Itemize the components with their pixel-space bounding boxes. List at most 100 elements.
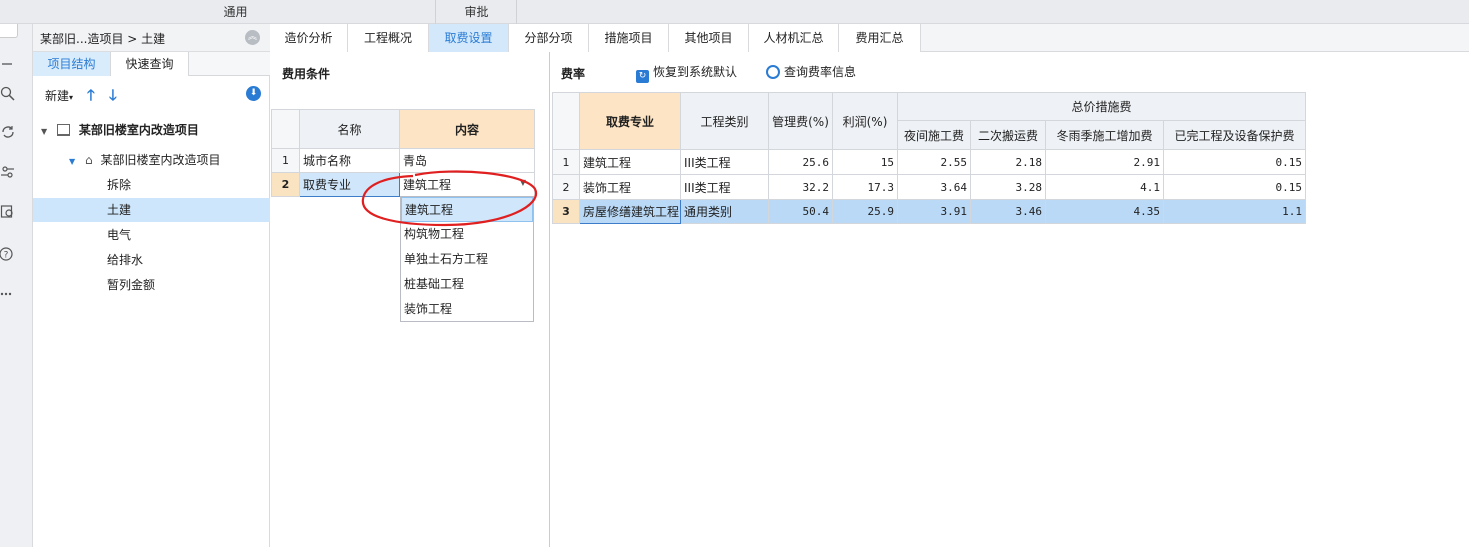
settings-icon[interactable]: [0, 164, 16, 180]
tab-divisional-items[interactable]: 分部分项: [509, 24, 589, 52]
tree-item-label: 土建: [107, 203, 132, 217]
building-icon: [56, 124, 70, 136]
app-card: [0, 24, 18, 38]
tree-item-civil[interactable]: 土建: [33, 198, 270, 222]
table-header-row: 名称 内容: [271, 109, 535, 149]
tree-item-provisional[interactable]: 暂列金额: [33, 273, 270, 297]
tree-item-label: 暂列金额: [107, 278, 156, 292]
winter-cell[interactable]: 4.35: [1045, 199, 1164, 224]
table-row-selected[interactable]: 3 房屋修缮建筑工程 通用类别 50.4 25.9 3.91 3.46 4.35…: [552, 199, 1307, 224]
category-cell[interactable]: 通用类别: [680, 199, 769, 224]
move-up-icon[interactable]: 🡑: [87, 85, 95, 110]
tab-cost-analysis[interactable]: 造价分析: [270, 24, 348, 52]
specialty-cell[interactable]: 装饰工程: [579, 174, 681, 200]
table-row[interactable]: 2 装饰工程 III类工程 32.2 17.3 3.64 3.28 4.1 0.…: [552, 174, 1307, 200]
query-rate-label: 查询费率信息: [784, 65, 857, 79]
minus-icon[interactable]: [0, 56, 16, 72]
restore-default-label: 恢复到系统默认: [653, 65, 738, 79]
column-header-category: 工程类别: [680, 92, 769, 150]
tree-item-label: 电气: [107, 228, 132, 242]
corner-cell: [271, 109, 300, 149]
night-cell[interactable]: 3.91: [897, 199, 971, 224]
tab-project-overview[interactable]: 工程概况: [348, 24, 429, 52]
specialty-cell[interactable]: 房屋修缮建筑工程: [579, 199, 681, 224]
move-down-icon[interactable]: 🡓: [109, 85, 117, 110]
tree-item-label: 给排水: [107, 253, 144, 267]
main-tab-bar: 造价分析 工程概况 取费设置 分部分项 措施项目 其他项目 人材机汇总 费用汇总: [270, 24, 1469, 52]
dropdown-option[interactable]: 桩基础工程: [401, 272, 533, 297]
dropdown-option[interactable]: 装饰工程: [401, 297, 533, 322]
specialty-cell[interactable]: 建筑工程: [579, 149, 681, 175]
tab-fee-settings[interactable]: 取费设置: [429, 24, 509, 52]
caret-down-icon: ▼: [69, 157, 76, 166]
tree-item-plumbing[interactable]: 给排水: [33, 248, 270, 272]
profit-cell[interactable]: 15: [832, 149, 898, 175]
management-cell[interactable]: 32.2: [768, 174, 833, 200]
restore-icon: ↻: [636, 70, 649, 83]
secondary-cell[interactable]: 2.18: [970, 149, 1046, 175]
search-icon[interactable]: [0, 86, 16, 102]
breadcrumb-text: 某部旧...造项目 > 土建: [40, 32, 166, 46]
download-icon[interactable]: ⬇: [246, 86, 261, 101]
tree-item-demolition[interactable]: 拆除: [33, 173, 270, 197]
profit-cell[interactable]: 25.9: [832, 199, 898, 224]
tree-root-label: 某部旧楼室内改造项目: [78, 123, 199, 137]
management-cell[interactable]: 50.4: [768, 199, 833, 224]
column-header-protection: 已完工程及设备保护费: [1162, 120, 1307, 150]
secondary-cell[interactable]: 3.28: [970, 174, 1046, 200]
protection-cell[interactable]: 0.15: [1162, 174, 1307, 200]
query-icon: [766, 65, 780, 79]
tab-project-structure[interactable]: 项目结构: [33, 52, 111, 76]
query-rate-button[interactable]: 查询费率信息: [766, 63, 856, 80]
row-number: 1: [271, 148, 300, 173]
tree-item-label: 拆除: [107, 178, 132, 192]
collapse-up-icon[interactable]: ︽: [245, 30, 260, 45]
tree-project-node[interactable]: ▼ ⌂ 某部旧楼室内改造项目: [69, 148, 270, 172]
row-number: 1: [552, 149, 580, 175]
column-header-winter: 冬雨季施工增加费: [1045, 120, 1164, 150]
restore-default-button[interactable]: ↻ 恢复到系统默认: [636, 63, 737, 83]
column-header-secondary: 二次搬运费: [970, 120, 1046, 150]
new-button-label: 新建: [45, 89, 70, 103]
project-tree-panel: 某部旧...造项目 > 土建 ︽ 项目结构 快速查询 新建▾ 🡑 🡓 ⬇ ▼ 某…: [33, 24, 270, 547]
tree-root-node[interactable]: ▼ 某部旧楼室内改造项目: [41, 118, 270, 142]
winter-cell[interactable]: 4.1: [1045, 174, 1164, 200]
tab-other-items[interactable]: 其他项目: [669, 24, 749, 52]
refresh-icon[interactable]: [0, 124, 16, 140]
column-header-management: 管理费(%): [768, 92, 833, 150]
box-search-icon[interactable]: [0, 204, 16, 220]
column-header-profit: 利润(%): [832, 92, 898, 150]
tab-cost-summary[interactable]: 费用汇总: [839, 24, 921, 52]
profit-cell[interactable]: 17.3: [832, 174, 898, 200]
help-icon[interactable]: ?: [0, 246, 16, 262]
tree-tab-bar: 项目结构 快速查询: [33, 52, 270, 76]
corner-cell: [552, 92, 580, 150]
more-icon[interactable]: [0, 286, 16, 302]
tree-item-electrical[interactable]: 电气: [33, 223, 270, 247]
row-number: 2: [552, 174, 580, 200]
category-cell[interactable]: III类工程: [680, 149, 769, 175]
column-header-specialty: 取费专业: [579, 92, 681, 150]
table-header-row: 取费专业 工程类别 管理费(%) 利润(%) 总价措施费: [552, 92, 1307, 150]
left-icon-bar: ?: [0, 24, 33, 547]
protection-cell[interactable]: 0.15: [1162, 149, 1307, 175]
category-cell[interactable]: III类工程: [680, 174, 769, 200]
tab-measure-items[interactable]: 措施项目: [589, 24, 669, 52]
new-button[interactable]: 新建▾: [45, 87, 73, 104]
night-cell[interactable]: 2.55: [897, 149, 971, 175]
secondary-cell[interactable]: 3.46: [970, 199, 1046, 224]
table-row[interactable]: 1 建筑工程 III类工程 25.6 15 2.55 2.18 2.91 0.1…: [552, 149, 1307, 175]
column-header-name: 名称: [299, 109, 400, 149]
top-band-approval-label[interactable]: 审批: [437, 0, 517, 24]
night-cell[interactable]: 3.64: [897, 174, 971, 200]
management-cell[interactable]: 25.6: [768, 149, 833, 175]
column-header-night: 夜间施工费: [897, 120, 971, 150]
top-band-general-label: 通用: [36, 0, 436, 24]
row-number: 3: [552, 199, 580, 224]
svg-text:?: ?: [4, 251, 9, 261]
protection-cell[interactable]: 1.1: [1162, 199, 1307, 224]
dropdown-option[interactable]: 单独土石方工程: [401, 247, 533, 272]
tab-resource-summary[interactable]: 人材机汇总: [749, 24, 839, 52]
tab-quick-query[interactable]: 快速查询: [111, 52, 189, 76]
winter-cell[interactable]: 2.91: [1045, 149, 1164, 175]
